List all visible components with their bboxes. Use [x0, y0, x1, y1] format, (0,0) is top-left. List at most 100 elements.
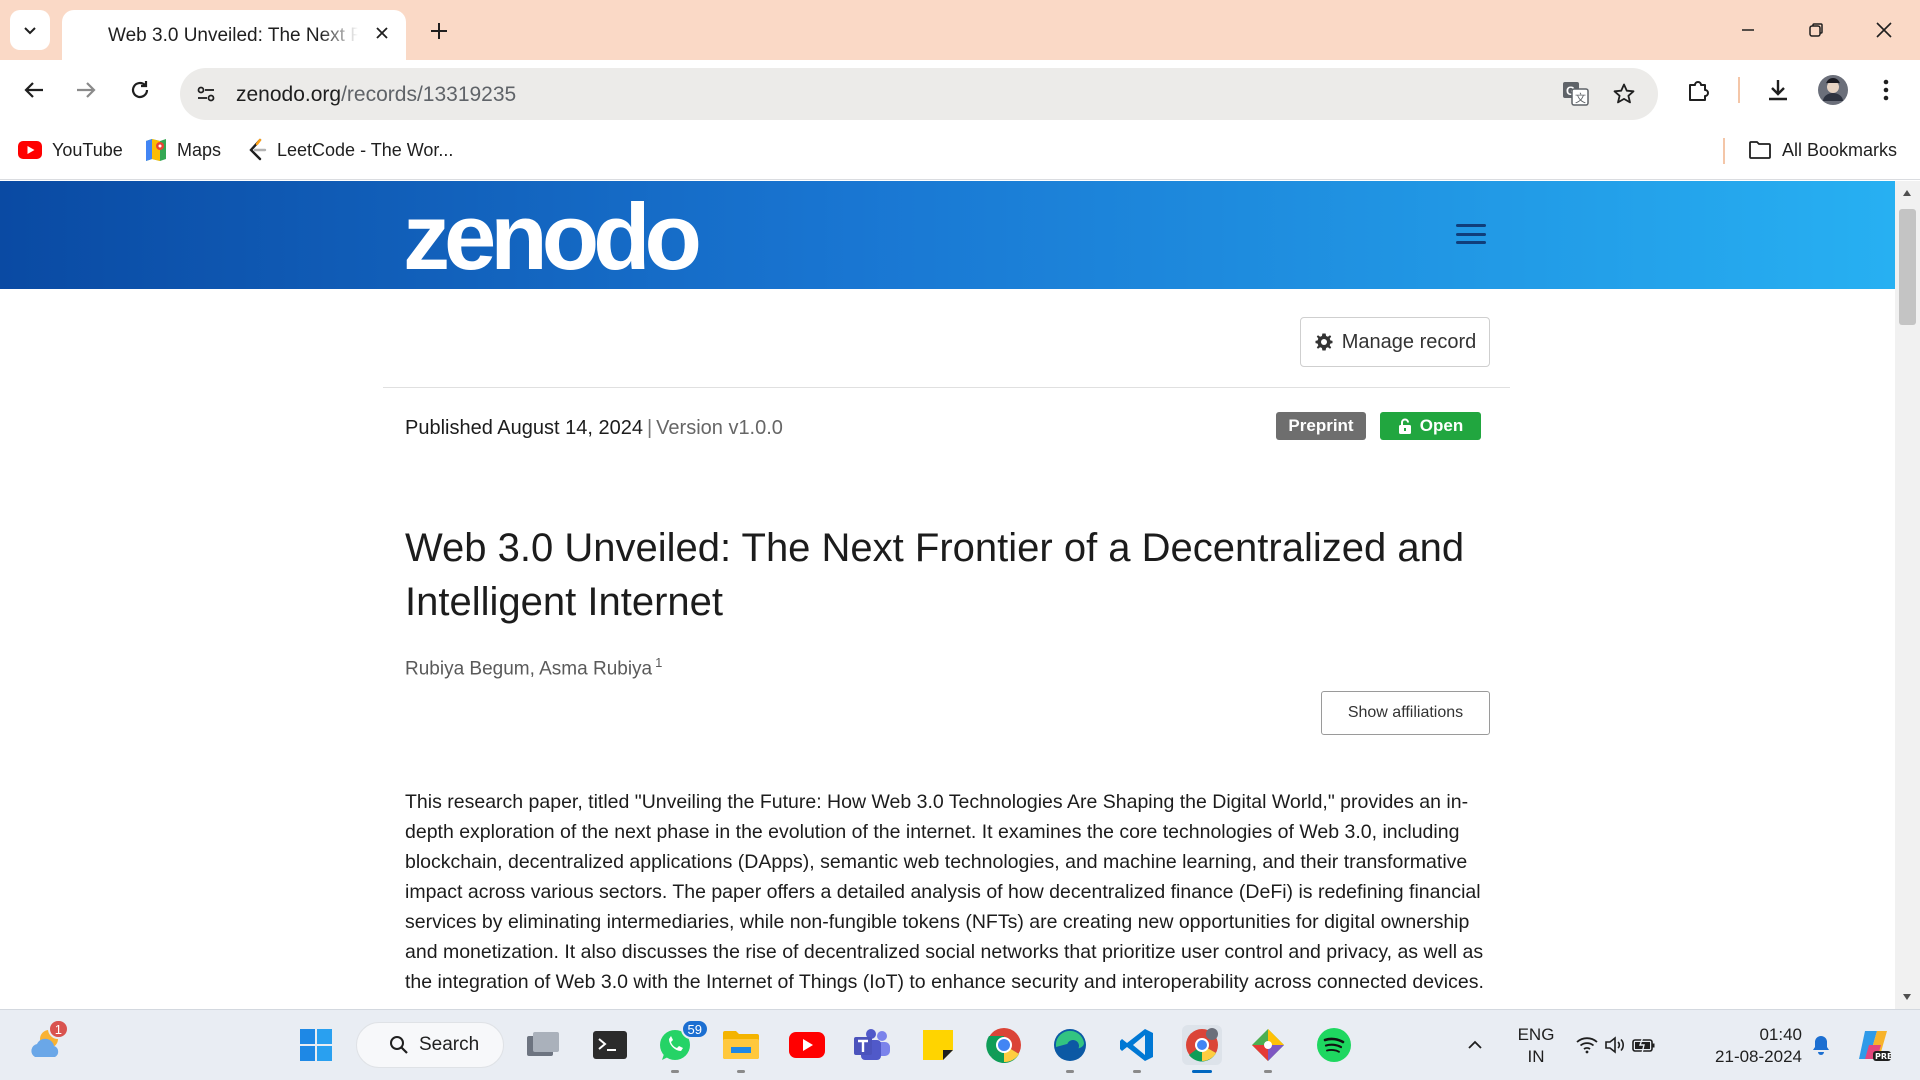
- tab-strip: Web 3.0 Unveiled: The Next Frontier of a…: [0, 0, 1920, 60]
- language-indicator[interactable]: ENG IN: [1512, 1024, 1560, 1068]
- scroll-down-arrow[interactable]: [1901, 991, 1913, 1003]
- site-header: zenodo: [0, 181, 1895, 289]
- bookmark-label: YouTube: [52, 139, 123, 160]
- close-window-button[interactable]: [1866, 12, 1902, 48]
- translate-icon: G文: [1563, 82, 1589, 106]
- minimize-button[interactable]: [1730, 12, 1766, 48]
- terminal-icon: [593, 1031, 627, 1059]
- badge-label: Open: [1419, 416, 1464, 435]
- access-status-badge[interactable]: Open: [1380, 412, 1481, 440]
- taskbar-chrome-profile[interactable]: [1182, 1025, 1222, 1073]
- taskbar-youtube[interactable]: [787, 1025, 827, 1065]
- wifi-icon: [1576, 1037, 1598, 1054]
- svg-text:文: 文: [1575, 91, 1586, 105]
- show-hidden-icons-button[interactable]: [1460, 1030, 1490, 1060]
- copilot-button[interactable]: PRE: [1852, 1024, 1894, 1066]
- volume-icon: [1605, 1036, 1624, 1054]
- taskbar-sticky-notes[interactable]: [918, 1025, 958, 1065]
- active-indicator: [1192, 1070, 1212, 1073]
- notifications-button[interactable]: [1806, 1030, 1836, 1060]
- clock[interactable]: 01:40 21-08-2024: [1692, 1024, 1802, 1068]
- download-icon: [1769, 80, 1787, 101]
- taskbar-spotify[interactable]: [1314, 1025, 1354, 1065]
- forward-button[interactable]: [66, 70, 106, 110]
- arrow-right-icon: [77, 82, 96, 98]
- zenodo-logo[interactable]: zenodo: [403, 187, 702, 287]
- bell-icon: [1813, 1036, 1829, 1055]
- version-label: Version v1.0.0: [656, 417, 783, 439]
- show-affiliations-button[interactable]: Show affiliations: [1321, 691, 1490, 735]
- taskbar-whatsapp[interactable]: 59: [655, 1019, 709, 1073]
- extensions-button[interactable]: [1680, 72, 1716, 108]
- new-tab-button[interactable]: [422, 14, 456, 48]
- maps-icon: [146, 139, 166, 161]
- bookmark-label: Maps: [177, 139, 222, 160]
- publication-info: Published August 14, 2024 | Version v1.0.0: [405, 417, 783, 440]
- url-text: zenodo.org/records/13319235: [236, 83, 516, 107]
- close-icon: [1876, 22, 1892, 38]
- quick-settings-button[interactable]: [1576, 1030, 1656, 1060]
- running-indicator: [737, 1070, 745, 1073]
- taskbar-git-app[interactable]: [1248, 1025, 1288, 1073]
- puzzle-icon: [1689, 81, 1709, 101]
- resource-type-badge[interactable]: Preprint: [1276, 412, 1366, 440]
- chevron-up-icon: [1468, 1040, 1482, 1049]
- bookmark-star-button[interactable]: [1606, 76, 1642, 112]
- author-list: Rubiya Begum, Asma Rubiya 1: [405, 655, 662, 680]
- address-bar[interactable]: zenodo.org/records/13319235 G文: [180, 68, 1658, 120]
- back-button[interactable]: [14, 70, 54, 110]
- bookmark-youtube[interactable]: YouTube: [18, 136, 123, 164]
- plus-icon: [431, 23, 447, 39]
- triangle-down-icon: [1903, 994, 1911, 1000]
- close-tab-button[interactable]: [370, 21, 394, 45]
- url-path: /records/13319235: [341, 83, 517, 106]
- running-indicator: [1066, 1070, 1074, 1073]
- translate-button[interactable]: G文: [1558, 76, 1594, 112]
- taskbar-terminal[interactable]: [590, 1025, 630, 1065]
- scroll-thumb[interactable]: [1899, 209, 1916, 325]
- bookmarks-bar: YouTube Maps LeetCode - The Wor... All B…: [0, 120, 1920, 180]
- chrome-icon: [986, 1028, 1021, 1063]
- tune-icon: [197, 86, 215, 102]
- battery-icon: [1632, 1036, 1655, 1054]
- taskbar-vscode[interactable]: [1117, 1025, 1157, 1073]
- language-code: ENG: [1517, 1025, 1555, 1044]
- url-domain: zenodo.org: [236, 83, 342, 106]
- taskbar-file-explorer[interactable]: [721, 1025, 761, 1073]
- close-icon: [376, 27, 388, 39]
- page-scrollbar[interactable]: [1895, 181, 1920, 1009]
- restore-button[interactable]: [1798, 12, 1834, 48]
- bookmark-leetcode[interactable]: LeetCode - The Wor...: [247, 136, 453, 164]
- bookmarks-divider: [1723, 138, 1725, 164]
- authors-text[interactable]: Rubiya Begum, Asma Rubiya: [405, 658, 652, 679]
- reload-button[interactable]: [120, 70, 160, 110]
- taskbar-teams[interactable]: [852, 1025, 892, 1065]
- downloads-button[interactable]: [1760, 72, 1796, 108]
- weather-widget[interactable]: 1: [27, 1019, 69, 1063]
- folder-icon: [1749, 141, 1771, 159]
- profile-button[interactable]: [1815, 72, 1851, 108]
- manage-record-button[interactable]: Manage record: [1300, 317, 1490, 367]
- svg-text:PRE: PRE: [1875, 1052, 1891, 1061]
- triangle-up-icon: [1903, 190, 1911, 196]
- chevron-down-icon: [24, 27, 36, 35]
- menu-button[interactable]: [1456, 221, 1486, 247]
- browser-toolbar: zenodo.org/records/13319235 G文: [0, 60, 1920, 120]
- browser-menu-button[interactable]: [1868, 72, 1904, 108]
- site-info-button[interactable]: [186, 74, 226, 114]
- active-tab[interactable]: Web 3.0 Unveiled: The Next Frontier of a…: [62, 10, 406, 60]
- taskbar-edge[interactable]: [1050, 1025, 1090, 1073]
- taskbar-task-view[interactable]: [523, 1025, 563, 1065]
- taskbar-search[interactable]: Search: [356, 1022, 504, 1068]
- unlock-icon: [1398, 418, 1411, 434]
- bookmark-label: LeetCode - The Wor...: [277, 139, 454, 160]
- windows-taskbar: 1 Search 59 ENG IN 01:40 21-08-2024 PRE: [0, 1009, 1920, 1080]
- leetcode-icon: [249, 138, 267, 161]
- more-vertical-icon: [1883, 79, 1889, 101]
- taskbar-chrome[interactable]: [984, 1025, 1024, 1065]
- scroll-up-arrow[interactable]: [1901, 187, 1913, 199]
- bookmark-maps[interactable]: Maps: [145, 136, 221, 164]
- tab-search-button[interactable]: [10, 10, 50, 50]
- start-button[interactable]: [296, 1025, 336, 1065]
- all-bookmarks-button[interactable]: All Bookmarks: [1748, 136, 1897, 164]
